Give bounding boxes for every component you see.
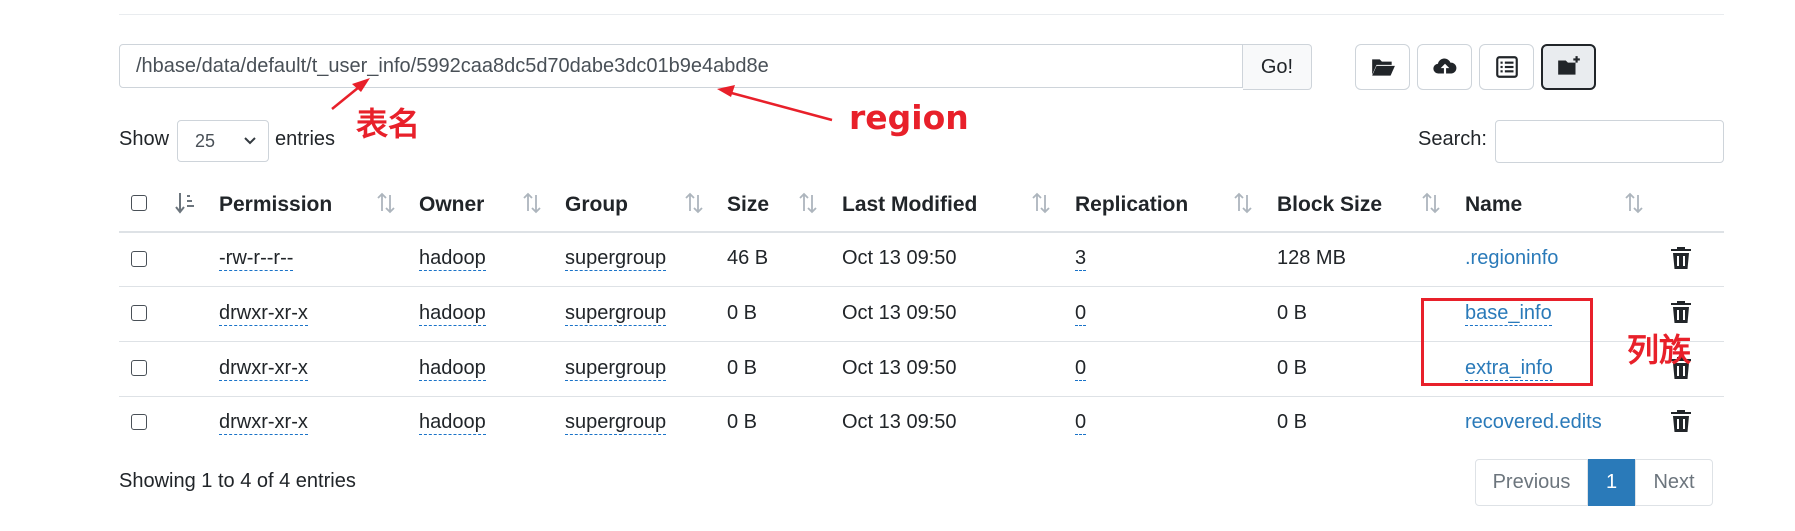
table-name-annotation: 表名 — [356, 105, 421, 143]
column-family-annotation: 列族 — [1627, 331, 1692, 369]
region-annotation: region — [849, 98, 969, 137]
annotation-arrows — [331, 78, 833, 122]
region-arrowhead — [717, 85, 735, 97]
region-arrow — [723, 89, 833, 122]
column-family-highlight — [1421, 298, 1593, 386]
